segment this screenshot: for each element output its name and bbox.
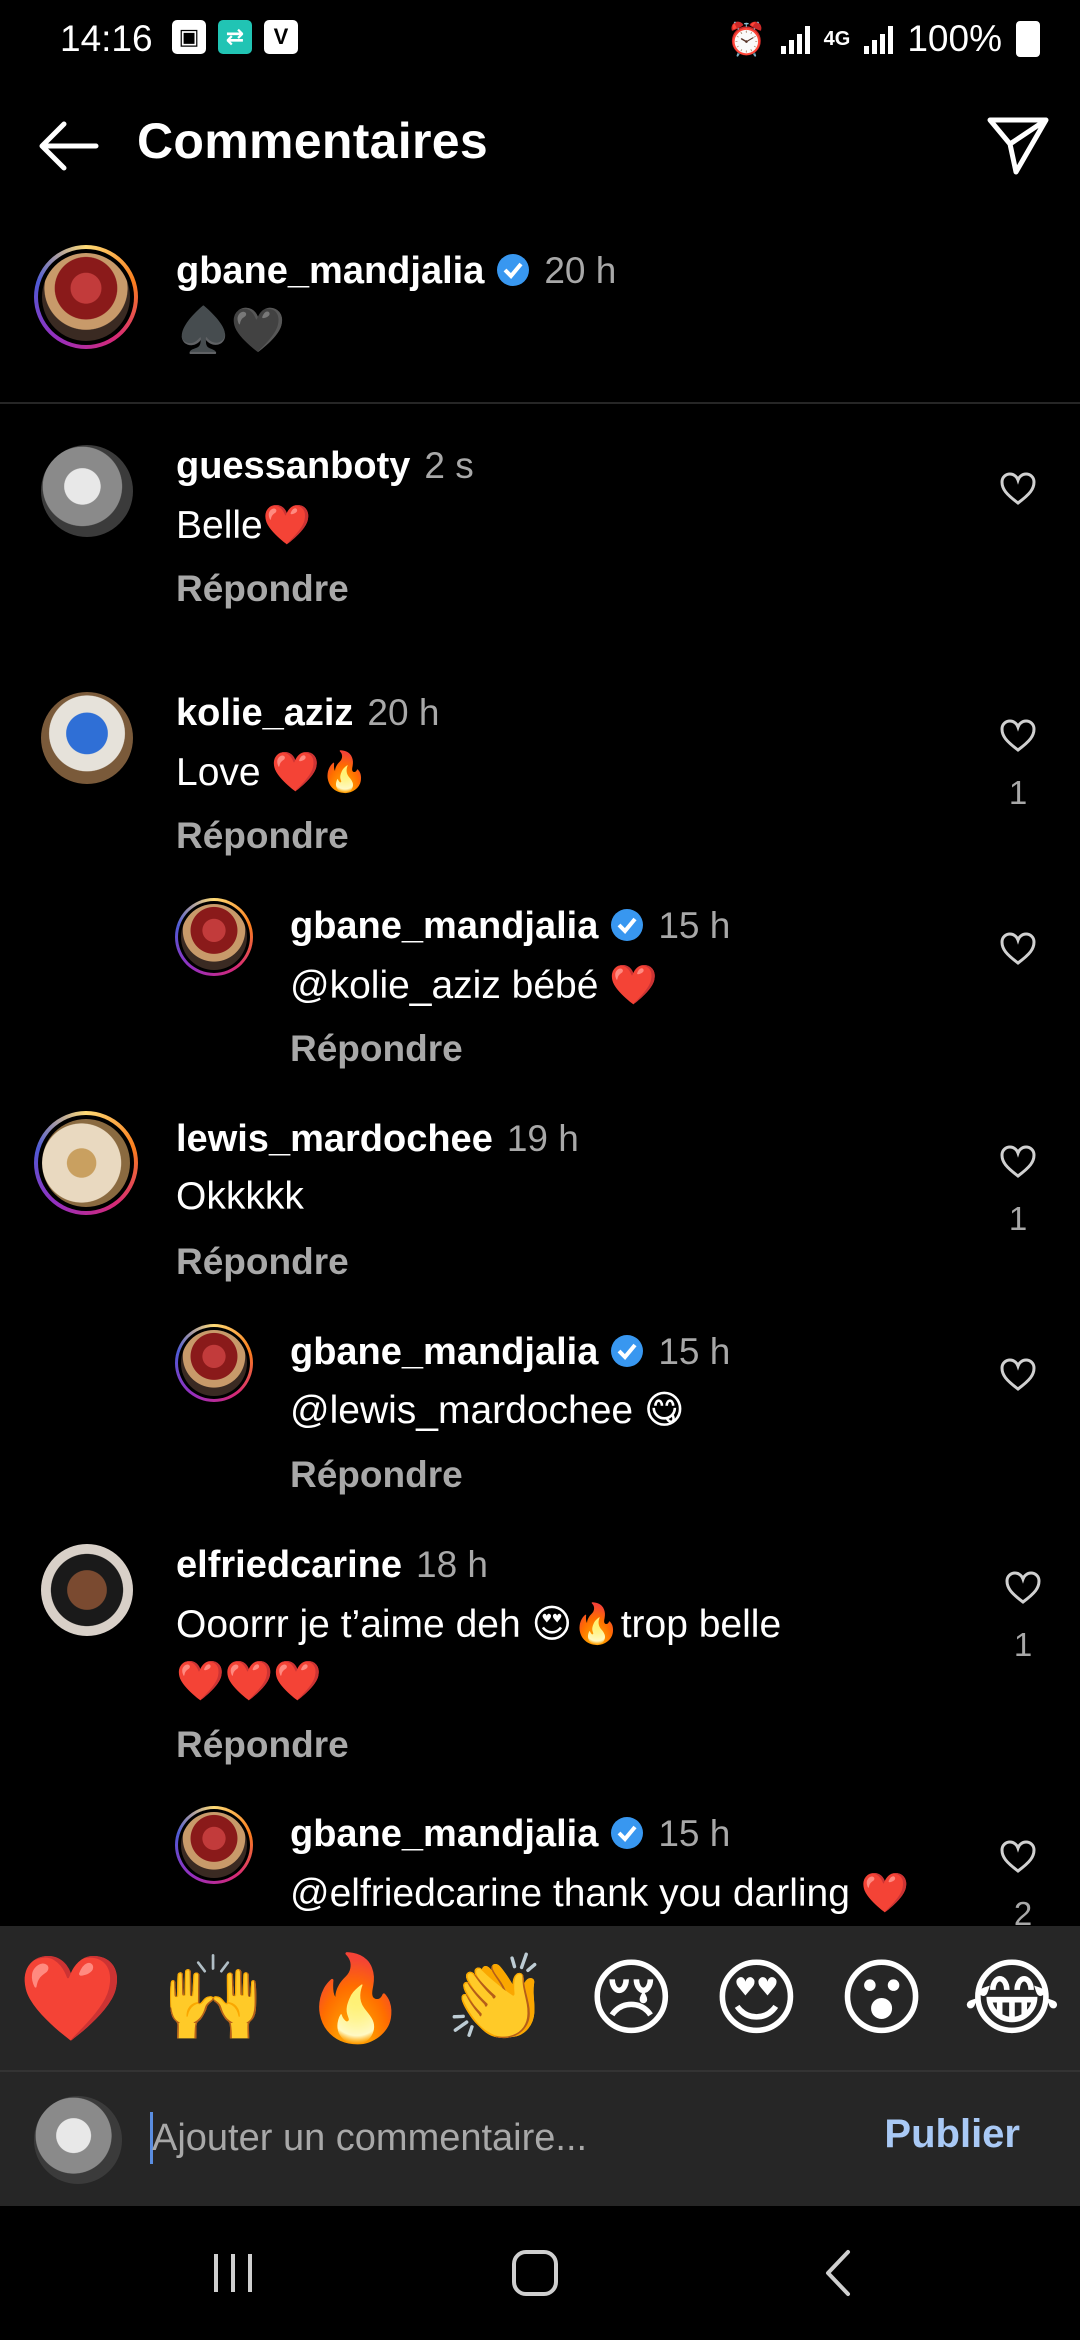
avatar[interactable] <box>175 898 253 976</box>
comment-time: 18 h <box>416 1544 489 1585</box>
app-notification-icon: ⇄ <box>218 20 252 54</box>
comment-time: 19 h <box>506 1118 579 1159</box>
avatar[interactable] <box>41 692 133 784</box>
verified-badge-icon <box>611 909 644 941</box>
comment-header: elfriedcarine 18 h <box>176 1544 488 1587</box>
heart-outline-icon[interactable] <box>1000 932 1036 966</box>
reply-time: 15 h <box>658 1813 731 1854</box>
avatar[interactable] <box>41 1544 133 1636</box>
heart-outline-icon[interactable] <box>1005 1571 1041 1605</box>
post-username[interactable]: gbane_mandjalia <box>176 250 484 292</box>
reply-button[interactable]: Répondre <box>176 1241 349 1283</box>
verified-badge-icon <box>497 254 530 286</box>
gallery-icon: ▣ <box>172 20 206 54</box>
reply-time: 15 h <box>658 905 731 946</box>
comment-username[interactable]: lewis_mardochee <box>176 1118 493 1160</box>
comment-header: kolie_aziz 20 h <box>176 692 439 735</box>
reply-time: 15 h <box>658 1331 731 1372</box>
like-count: 1 <box>1013 1626 1033 1663</box>
comment-time: 20 h <box>367 692 440 733</box>
divider <box>0 402 1080 404</box>
reply-username[interactable]: gbane_mandjalia <box>290 905 598 947</box>
reply-button[interactable]: Répondre <box>290 1028 463 1070</box>
reply-username[interactable]: gbane_mandjalia <box>290 1331 598 1373</box>
quick-emoji-bar: ❤️ 🙌 🔥 👏 😢 😍 😮 😂 <box>0 1926 1080 2070</box>
avatar[interactable] <box>175 1806 253 1884</box>
emoji-crying[interactable]: 😢 <box>587 1956 675 2040</box>
signal-icon-2 <box>864 24 894 54</box>
v-app-icon: V <box>264 20 298 54</box>
comment-composer: Publier <box>0 2070 1080 2206</box>
publish-button[interactable]: Publier <box>884 2112 1020 2157</box>
emoji-fire[interactable]: 🔥 <box>303 1956 408 2040</box>
battery-icon <box>1016 21 1040 57</box>
verified-badge-icon <box>611 1817 644 1849</box>
avatar[interactable] <box>34 1111 138 1215</box>
comment-text: Love ❤️🔥 <box>176 751 369 794</box>
heart-outline-icon[interactable] <box>1000 719 1036 753</box>
heart-outline-icon[interactable] <box>1000 1358 1036 1392</box>
emoji-clapping[interactable]: 👏 <box>445 1956 550 2040</box>
emoji-heart[interactable]: ❤️ <box>19 1956 124 2040</box>
network-type: 4G <box>823 27 851 50</box>
like-count: 1 <box>1008 774 1028 811</box>
heart-outline-icon[interactable] <box>1000 472 1036 506</box>
reply-text: @elfriedcarine thank you darling ❤️ <box>290 1872 910 1915</box>
reply-text: @lewis_mardochee 😋 <box>290 1389 685 1432</box>
status-bar: 14:16 ▣ ⇄ V ⏰ 4G 100% <box>0 0 1080 84</box>
comment-text: Okkkkk <box>176 1175 304 1218</box>
reply-button[interactable]: Répondre <box>290 1454 463 1496</box>
notification-icons: ▣ ⇄ V <box>172 20 298 54</box>
post-author-avatar[interactable] <box>34 245 138 349</box>
reply-button[interactable]: Répondre <box>176 568 349 610</box>
like-count: 1 <box>1008 1200 1028 1237</box>
paper-plane-icon[interactable] <box>986 114 1050 176</box>
reply-button[interactable]: Répondre <box>176 815 349 857</box>
alarm-icon: ⏰ <box>726 21 767 57</box>
post-header: gbane_mandjalia 20 h <box>176 250 616 293</box>
heart-outline-icon[interactable] <box>1000 1145 1036 1179</box>
system-nav-bar <box>0 2206 1080 2340</box>
reply-header: gbane_mandjalia 15 h <box>290 905 730 948</box>
emoji-surprised[interactable]: 😮 <box>838 1956 926 2040</box>
verified-badge-icon <box>611 1335 644 1367</box>
comment-text: Ooorrr je t’aime deh 😍🔥trop belle <box>176 1603 782 1646</box>
recent-apps-icon[interactable] <box>208 2250 258 2296</box>
emoji-raised-hands[interactable]: 🙌 <box>161 1956 266 2040</box>
comment-username[interactable]: elfriedcarine <box>176 1544 402 1586</box>
avatar[interactable] <box>175 1324 253 1402</box>
top-bar: Commentaires <box>0 90 1080 200</box>
comment-text-line2: ❤️❤️❤️ <box>176 1660 322 1703</box>
post-time: 20 h <box>544 250 617 291</box>
reply-username[interactable]: gbane_mandjalia <box>290 1813 598 1855</box>
home-icon[interactable] <box>510 2248 560 2298</box>
back-nav-icon[interactable] <box>822 2248 856 2298</box>
system-status: ⏰ 4G 100% <box>727 18 1040 60</box>
reply-button[interactable]: Répondre <box>176 1724 349 1766</box>
current-user-avatar <box>34 2096 122 2184</box>
page-title: Commentaires <box>137 113 488 169</box>
heart-outline-icon[interactable] <box>1000 1840 1036 1874</box>
comment-username[interactable]: guessanboty <box>176 445 410 487</box>
battery-level: 100% <box>907 18 1002 59</box>
comment-input[interactable] <box>152 2108 852 2168</box>
arrow-left-icon[interactable] <box>34 116 100 176</box>
comment-text: Belle❤️ <box>176 504 312 547</box>
comment-header: guessanboty 2 s <box>176 445 474 488</box>
emoji-laughing[interactable]: 😂 <box>963 1956 1061 2040</box>
status-time: 14:16 <box>60 18 153 59</box>
signal-icon <box>780 24 810 54</box>
reply-header: gbane_mandjalia 15 h <box>290 1813 730 1856</box>
post-caption: ♠️🖤 <box>176 306 286 355</box>
comment-time: 2 s <box>424 445 474 486</box>
avatar[interactable] <box>41 445 133 537</box>
comment-header: lewis_mardochee 19 h <box>176 1118 579 1161</box>
comment-username[interactable]: kolie_aziz <box>176 692 353 734</box>
reply-text: @kolie_aziz bébé ❤️ <box>290 964 658 1007</box>
reply-header: gbane_mandjalia 15 h <box>290 1331 730 1374</box>
emoji-heart-eyes[interactable]: 😍 <box>713 1956 801 2040</box>
